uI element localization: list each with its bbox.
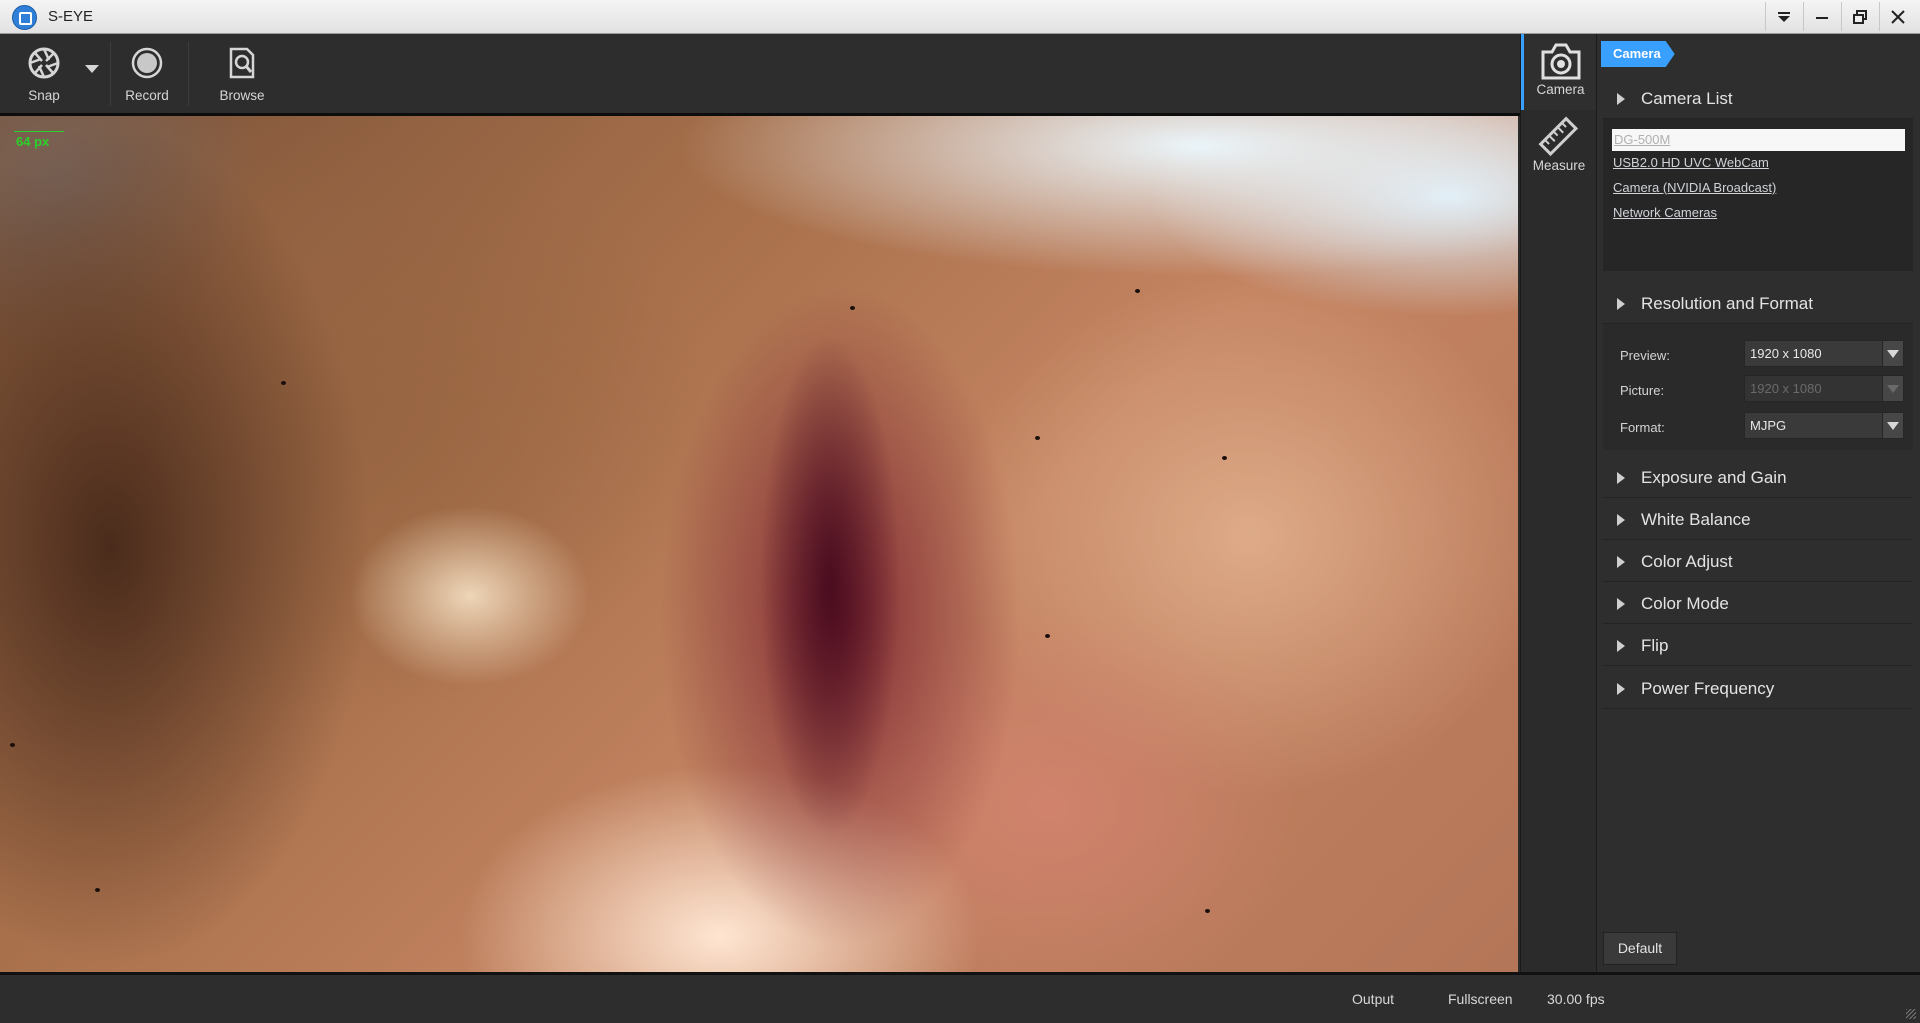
section-resolution-format[interactable]: Resolution and Format [1603,284,1913,324]
record-icon [131,47,163,79]
section-title: Color Mode [1641,593,1729,613]
settings-panel: Camera Camera List DG-500M USB2.0 HD UVC… [1596,34,1920,972]
aperture-icon [28,47,60,79]
side-tab-bar: Camera Measure [1520,34,1597,972]
expand-caret-icon [1617,682,1625,695]
browse-label: Browse [219,88,265,103]
picture-resolution-value: 1920 x 1080 [1750,381,1822,396]
feed-speck [1222,456,1227,460]
expand-caret-icon [1617,639,1625,652]
chevron-down-icon [1882,341,1903,366]
camera-item-dg-500m[interactable]: DG-500M [1612,129,1905,151]
format-select[interactable]: MJPG [1744,412,1904,439]
snap-options-dropdown[interactable] [80,34,104,113]
format-value: MJPG [1750,418,1787,433]
restore-button[interactable] [1841,2,1878,31]
toolbar-divider [110,42,111,106]
camera-list: DG-500M USB2.0 HD UVC WebCam Camera (NVI… [1603,119,1913,271]
toolbar-divider [188,42,189,106]
restore-icon [1853,9,1867,24]
ruler-icon [1538,116,1579,157]
toolbar: Snap Record Browse [0,34,1520,116]
resize-grip-icon[interactable] [1906,1009,1916,1019]
chevron-down-icon [85,65,99,73]
expand-caret-icon [1617,597,1625,610]
section-color-adjust[interactable]: Color Adjust [1603,542,1913,582]
close-button[interactable] [1879,2,1916,31]
picture-resolution-select: 1920 x 1080 [1744,375,1904,402]
camera-preview[interactable] [0,116,1518,972]
section-flip[interactable]: Flip [1603,626,1913,666]
section-title: Flip [1641,635,1669,655]
menu-dropdown-button[interactable] [1765,2,1802,31]
feed-speck [1035,436,1040,440]
browse-button[interactable]: Browse [212,34,272,113]
section-color-mode[interactable]: Color Mode [1603,584,1913,624]
default-button[interactable]: Default [1603,932,1677,965]
expand-caret-icon [1617,92,1625,105]
tab-camera[interactable]: Camera [1521,34,1597,110]
section-title: Resolution and Format [1641,293,1813,313]
tab-measure[interactable]: Measure [1521,110,1597,186]
camera-item-network-cameras[interactable]: Network Cameras [1613,202,1717,224]
format-label: Format: [1620,420,1665,435]
expand-caret-icon [1617,297,1625,310]
feed-speck [1205,909,1210,913]
section-title: Power Frequency [1641,678,1775,698]
scale-bar [14,131,64,132]
fullscreen-button[interactable]: Fullscreen [1448,991,1513,1007]
record-label: Record [125,88,169,103]
expand-caret-icon [1617,471,1625,484]
section-title: Exposure and Gain [1641,467,1787,487]
record-button[interactable]: Record [118,34,176,113]
scale-label: 64 px [16,134,50,149]
snap-label: Snap [28,88,60,103]
breadcrumb[interactable]: Camera [1601,41,1675,67]
section-exposure-gain[interactable]: Exposure and Gain [1603,458,1913,498]
feed-speck [95,888,100,892]
status-bar: Output Fullscreen 30.00 fps [0,972,1920,1023]
expand-caret-icon [1617,513,1625,526]
feed-speck [10,743,15,747]
section-power-frequency[interactable]: Power Frequency [1603,669,1913,709]
picture-label: Picture: [1620,383,1665,398]
fps-readout: 30.00 fps [1547,991,1605,1007]
close-icon [1891,9,1905,24]
expand-caret-icon [1617,555,1625,568]
feed-speck [281,381,286,385]
section-white-balance[interactable]: White Balance [1603,500,1913,540]
minimize-button[interactable] [1803,2,1840,31]
resolution-format-body: Preview: 1920 x 1080 Picture: 1920 x 108… [1603,324,1913,450]
title-bar: S-EYE [0,0,1920,34]
section-camera-list[interactable]: Camera List [1603,79,1913,119]
section-title: White Balance [1641,509,1751,529]
camera-item-usb-webcam[interactable]: USB2.0 HD UVC WebCam [1613,152,1769,174]
preview-label: Preview: [1620,348,1670,363]
tab-camera-label: Camera [1536,82,1585,97]
preview-resolution-select[interactable]: 1920 x 1080 [1744,340,1904,367]
camera-item-nvidia-broadcast[interactable]: Camera (NVIDIA Broadcast) [1613,177,1776,199]
browse-file-icon [229,47,255,79]
tab-measure-label: Measure [1532,158,1586,173]
app-logo-icon [12,5,37,30]
feed-speck [1045,634,1050,638]
minimize-icon [1816,16,1828,19]
section-title: Color Adjust [1641,551,1733,571]
camera-icon [1541,43,1580,80]
output-button[interactable]: Output [1352,991,1394,1007]
snap-button[interactable]: Snap [18,34,70,113]
chevron-down-icon [1882,413,1903,438]
feed-speck [850,306,855,310]
window-title: S-EYE [48,8,94,25]
chevron-down-icon [1882,376,1903,401]
feed-speck [1135,289,1140,293]
dropdown-icon [1778,11,1790,22]
section-title: Camera List [1641,88,1733,108]
preview-resolution-value: 1920 x 1080 [1750,346,1822,361]
